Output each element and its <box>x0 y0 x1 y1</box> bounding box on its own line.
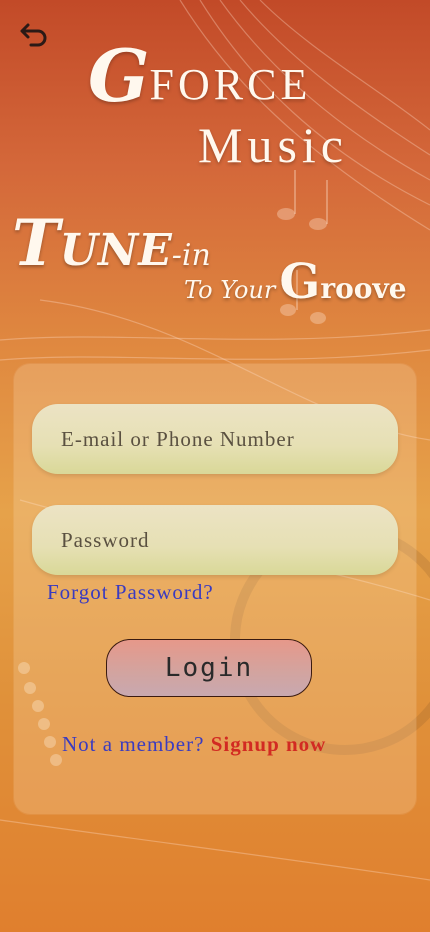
signup-link[interactable]: Signup now <box>211 732 327 756</box>
undo-arrow-icon <box>19 21 49 52</box>
login-card: Forgot Password? Login Not a member? Sig… <box>14 364 416 814</box>
forgot-password-link[interactable]: Forgot Password? <box>47 580 214 605</box>
brand-initial: G <box>88 33 150 118</box>
tagline-t: T <box>12 206 60 281</box>
tagline-g: G <box>279 254 321 310</box>
tagline-to-your: To Your <box>184 276 276 304</box>
email-field[interactable] <box>32 404 398 474</box>
back-button[interactable] <box>16 18 52 54</box>
login-button[interactable]: Login <box>106 639 312 697</box>
password-field-container <box>32 505 398 575</box>
tagline-to-your-groove: To Your Groove <box>184 254 407 310</box>
tagline-tune-in: TUNE-in <box>12 206 211 281</box>
signup-question: Not a member? <box>62 732 205 756</box>
tagline-roove: roove <box>320 272 407 305</box>
tagline-une: UNE <box>59 225 172 276</box>
brand-force-text: FORCE <box>149 60 312 109</box>
email-field-container <box>32 404 398 474</box>
password-field[interactable] <box>32 505 398 575</box>
signup-row: Not a member? Signup now <box>62 732 326 757</box>
brand-logo: GFORCE <box>88 40 311 112</box>
brand-music-text: Music <box>198 117 348 173</box>
